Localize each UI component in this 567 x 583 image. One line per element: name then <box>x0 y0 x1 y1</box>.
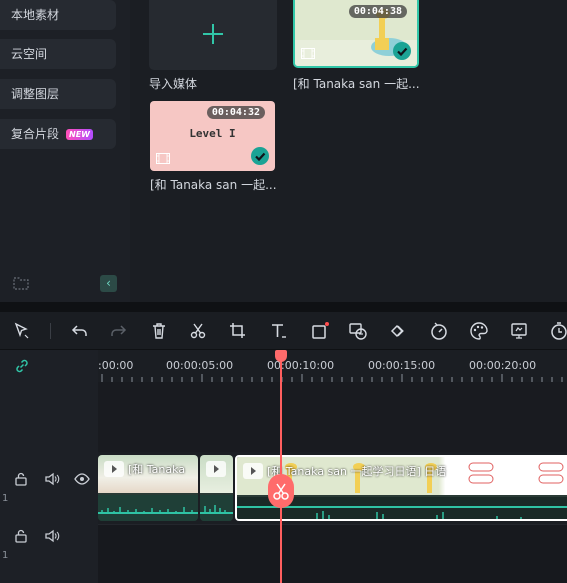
sidebar-item-local-media[interactable]: 本地素材 <box>0 0 116 30</box>
link-icon[interactable] <box>14 358 30 374</box>
shape-icon[interactable] <box>310 321 330 341</box>
media-clip-caption: [和 Tanaka san 一起... <box>293 77 420 91</box>
sidebar-item-cloud[interactable]: 云空间 <box>0 39 116 69</box>
speed-icon[interactable] <box>429 321 449 341</box>
import-media-label: 导入媒体 <box>149 77 198 91</box>
timecode-label: 00:00:05:00 <box>166 359 234 372</box>
clip-audio-waveform <box>98 495 198 521</box>
delete-icon[interactable] <box>149 321 169 341</box>
timeline-ruler[interactable]: :00:00 00:00:05:00 00:00:10:00 00:00:15:… <box>98 350 567 382</box>
import-media-button[interactable] <box>149 0 277 70</box>
lock-icon[interactable] <box>13 529 29 543</box>
audio-track-1 <box>98 524 567 583</box>
timeline-ruler-header <box>0 350 98 382</box>
undo-icon[interactable] <box>70 321 90 341</box>
volume-icon[interactable] <box>44 472 60 486</box>
volume-icon[interactable] <box>44 529 60 543</box>
sidebar-item-label: 调整图层 <box>11 87 60 101</box>
track-number: 1 <box>2 550 9 561</box>
lock-icon[interactable] <box>13 472 29 486</box>
panel-divider[interactable] <box>0 302 567 312</box>
film-icon <box>156 153 170 164</box>
thumbnail-title: Level I <box>189 127 236 140</box>
track-number: 1 <box>2 493 9 504</box>
timecode-label: 00:00:20:00 <box>469 359 537 372</box>
new-badge: NEW <box>66 129 93 140</box>
color-icon[interactable] <box>469 321 489 341</box>
play-icon <box>206 461 226 477</box>
plus-icon <box>203 24 223 44</box>
timer-icon[interactable] <box>549 321 567 341</box>
timecode-label: 00:00:15:00 <box>368 359 436 372</box>
toolbar-separator <box>50 323 51 339</box>
select-icon[interactable] <box>12 321 32 341</box>
ai-icon[interactable] <box>348 321 368 341</box>
crop-icon[interactable] <box>228 321 248 341</box>
duration-badge: 00:04:38 <box>348 5 407 18</box>
folder-add-icon[interactable] <box>13 275 29 290</box>
clip-label: [和 Tanaka <box>128 463 186 476</box>
media-library: 导入媒体 00:04:38 [和 Tanaka san 一起... Level … <box>130 0 567 302</box>
timeline-clip[interactable]: [和 Tanaka <box>98 455 198 521</box>
sidebar-item-adjustment-layer[interactable]: 调整图层 <box>0 79 116 109</box>
duration-badge: 00:04:32 <box>206 106 265 119</box>
media-clip-thumbnail[interactable]: Level I 00:04:32 <box>150 101 275 171</box>
play-icon <box>243 463 263 479</box>
check-icon <box>251 147 269 165</box>
timecode-label: :00:00 <box>98 359 134 372</box>
ruler-ticks <box>101 374 563 382</box>
playhead-handle[interactable] <box>275 350 287 362</box>
split-scissors-icon[interactable] <box>268 474 294 508</box>
film-icon <box>301 48 315 59</box>
chevron-left-icon[interactable]: ‹ <box>100 275 117 292</box>
eye-icon[interactable] <box>74 472 90 486</box>
check-icon <box>393 42 411 60</box>
play-icon <box>104 461 124 477</box>
redo-icon[interactable] <box>108 321 128 341</box>
cut-icon[interactable] <box>188 321 208 341</box>
timeline-clip[interactable] <box>200 455 233 521</box>
keyframe-icon[interactable] <box>388 321 408 341</box>
media-sidebar: 本地素材 云空间 调整图层 复合片段 NEW ‹ <box>0 0 130 302</box>
sidebar-item-label: 本地素材 <box>11 8 60 22</box>
playhead[interactable] <box>280 358 282 583</box>
timeline-toolbar <box>0 312 567 350</box>
export-frame-icon[interactable] <box>509 321 529 341</box>
media-clip-thumbnail[interactable]: 00:04:38 <box>293 0 419 68</box>
text-icon[interactable] <box>269 321 289 341</box>
sidebar-item-label: 云空间 <box>11 47 48 61</box>
sidebar-item-label: 复合片段 <box>11 127 60 141</box>
clip-audio-waveform <box>200 495 233 521</box>
sidebar-item-compound-clip[interactable]: 复合片段 NEW <box>0 119 116 149</box>
track-headers: 1 1 <box>0 382 98 583</box>
media-clip-caption: [和 Tanaka san 一起... <box>150 178 277 192</box>
